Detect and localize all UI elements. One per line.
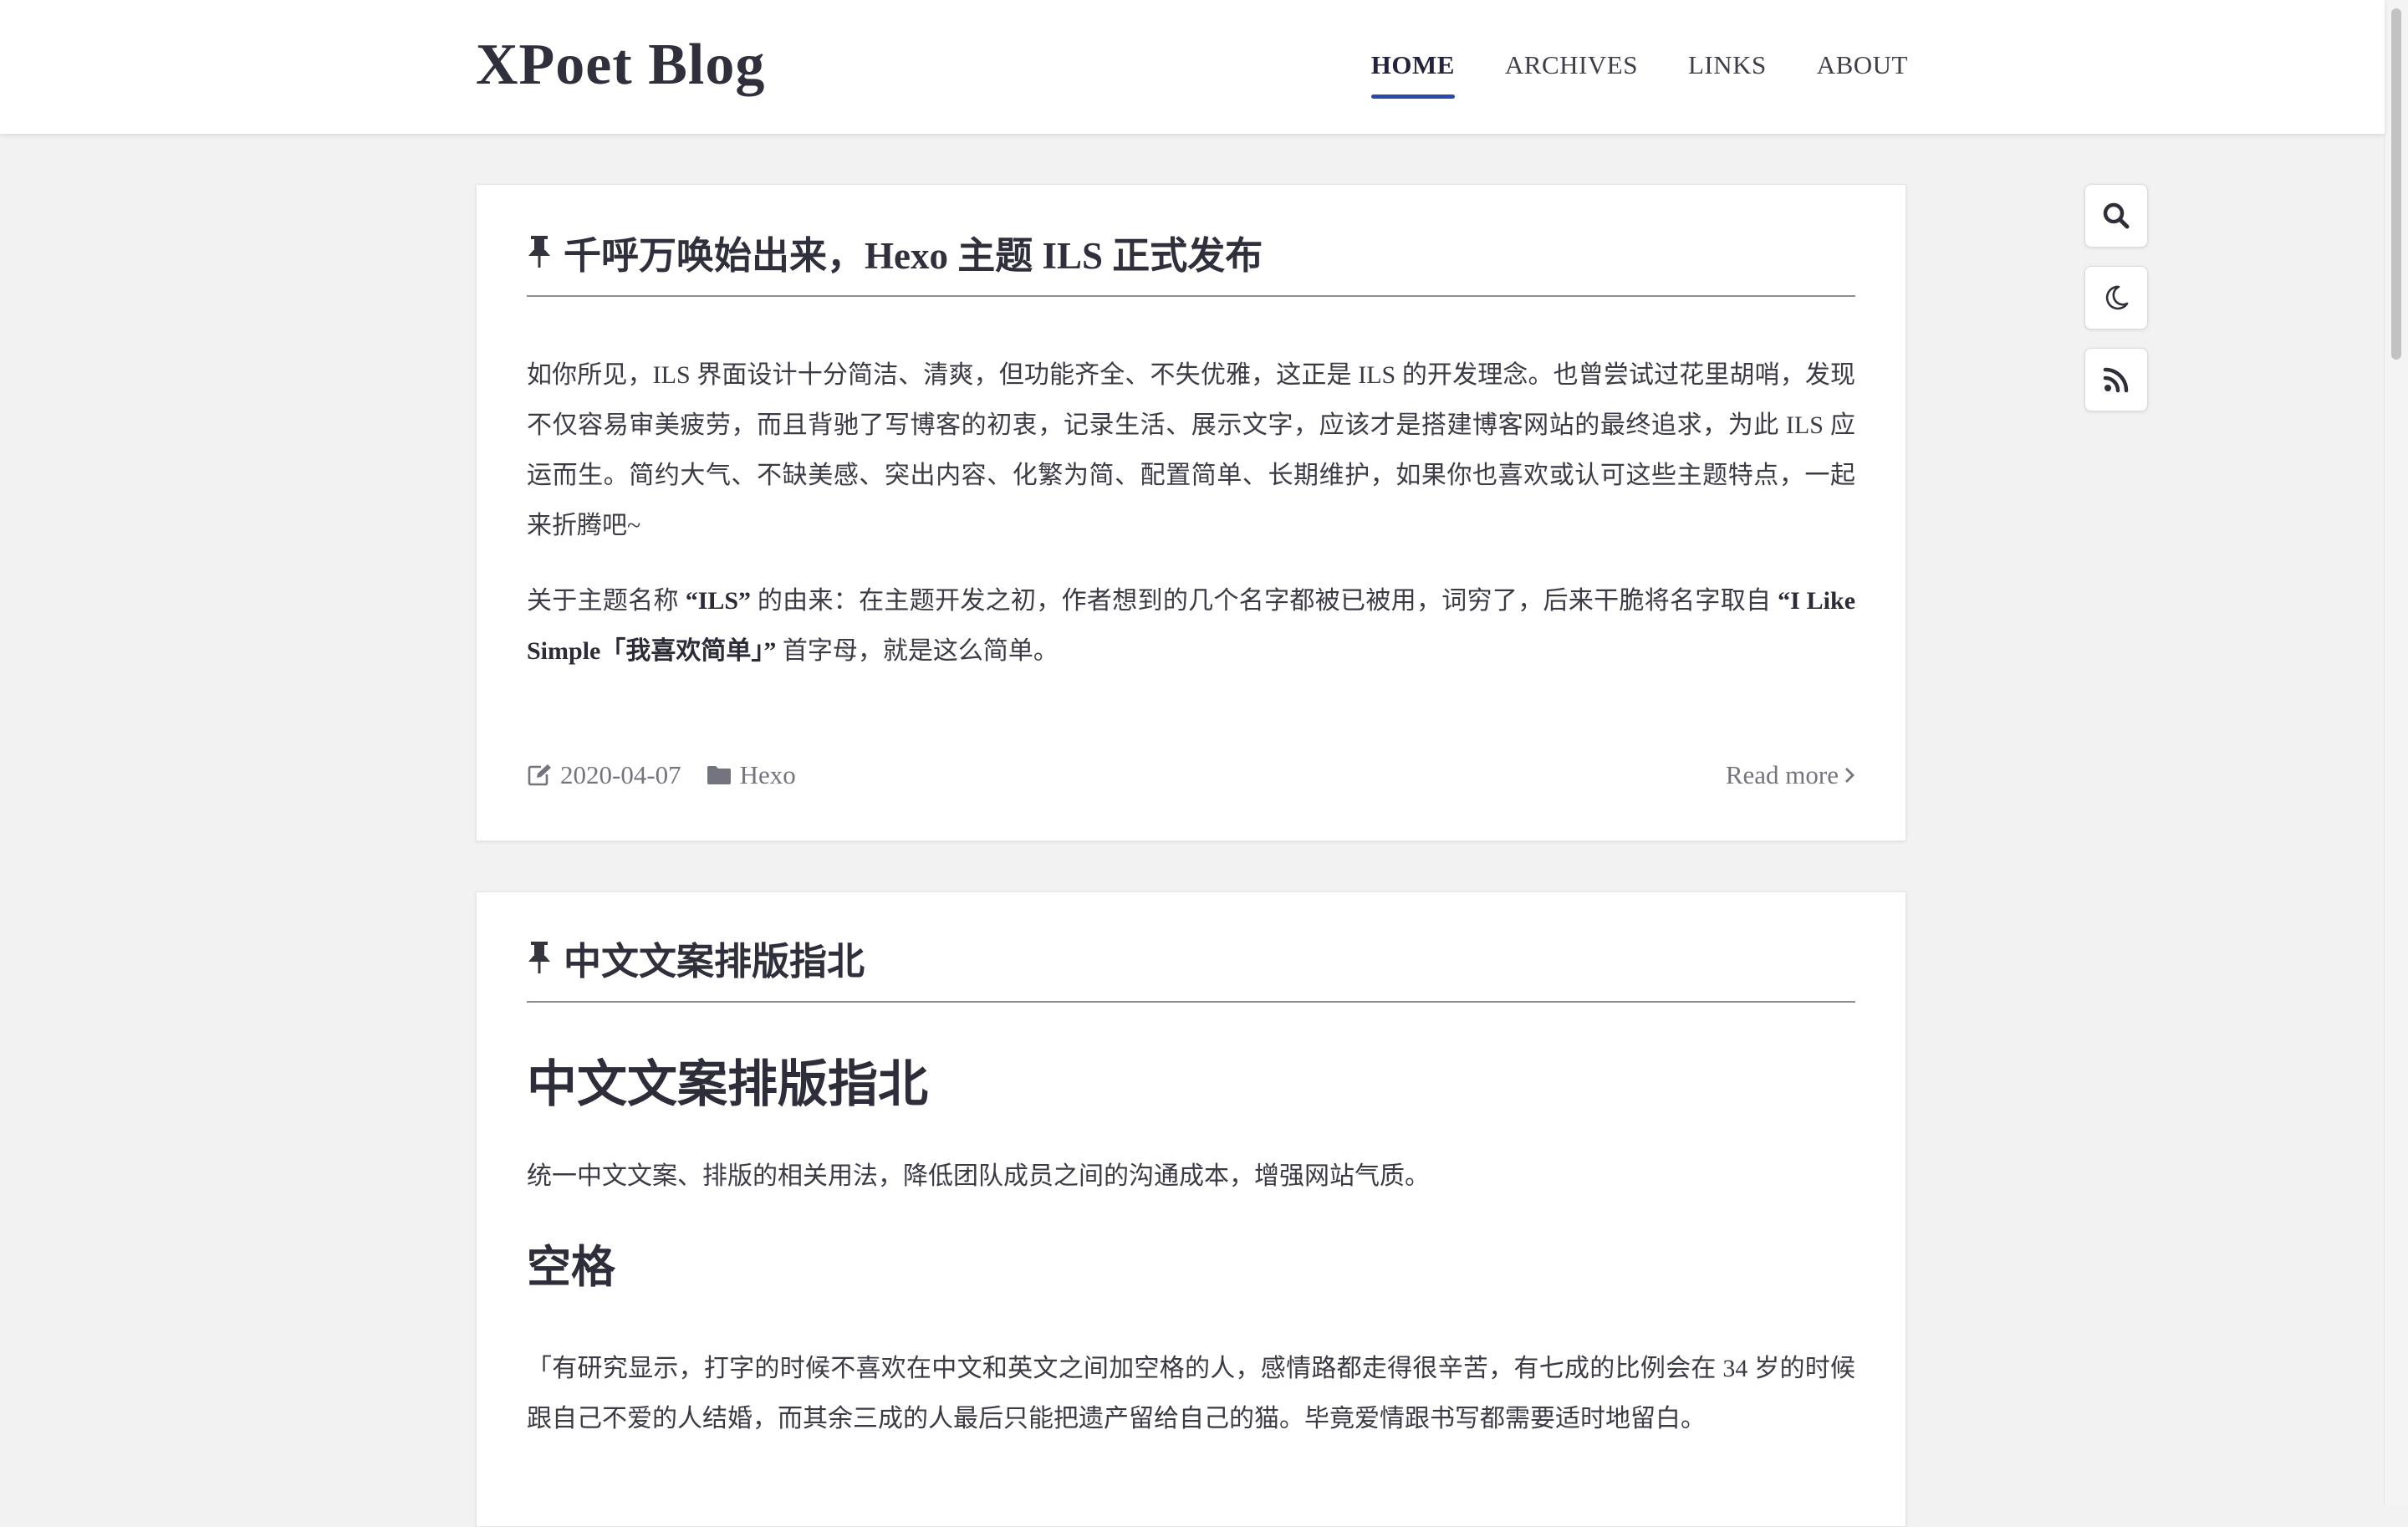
excerpt-heading: 中文文案排版指北 [527, 1057, 928, 1112]
title-divider [527, 295, 1855, 297]
dark-mode-button[interactable] [2084, 266, 2148, 329]
post-title-text: 中文文案排版指北 [564, 940, 865, 983]
text-run: 首字母，就是这么简单。 [776, 637, 1059, 665]
read-more-text: Read more [1725, 760, 1839, 789]
post-card: 中文文案排版指北 中文文案排版指北 统一中文文案、排版的相关用法，降低团队成员之… [476, 891, 1906, 1527]
scrollbar-thumb[interactable] [2391, 8, 2401, 360]
main-nav: HOME ARCHIVES LINKS ABOUT [1370, 47, 1908, 99]
post-category-text[interactable]: Hexo [740, 760, 796, 790]
chevron-right-icon [1845, 768, 1854, 783]
search-button[interactable] [2084, 184, 2148, 248]
nav-about[interactable]: ABOUT [1817, 47, 1908, 84]
text-run: 关于主题名称 [527, 587, 686, 615]
post-excerpt: 如你所见，ILS 界面设计十分简洁、清爽，但功能齐全、不失优雅，这正是 ILS … [527, 350, 1855, 677]
post-meta: 2020-04-07 Hexo Read more [527, 757, 1855, 794]
folder-icon [707, 766, 731, 784]
search-icon [2103, 202, 2130, 229]
post-excerpt: 中文文案排版指北 统一中文文案、排版的相关用法，降低团队成员之间的沟通成本，增强… [527, 1051, 1855, 1444]
text-run: 的由来：在主题开发之初，作者想到的几个名字都被已被用，词穷了，后来干脆将名字取自 [751, 587, 1778, 615]
read-more-link[interactable]: Read more [1726, 760, 1855, 790]
excerpt-paragraph: 「有研究显示，打字的时候不喜欢在中文和英文之间加空格的人，感情路都走得很辛苦，有… [527, 1355, 1855, 1433]
site-brand[interactable]: XPoet Blog [476, 30, 765, 100]
excerpt-paragraph: 如你所见，ILS 界面设计十分简洁、清爽，但功能齐全、不失优雅，这正是 ILS … [527, 361, 1855, 539]
moon-icon [2105, 285, 2129, 310]
post-title-text: 千呼万唤始出来，Hexo 主题 ILS 正式发布 [564, 234, 1263, 277]
page-scrollbar[interactable] [2384, 0, 2408, 1505]
post-date-text: 2020-04-07 [560, 760, 681, 789]
excerpt-subheading: 空格 [527, 1244, 615, 1292]
excerpt-paragraph: 统一中文文案、排版的相关用法，降低团队成员之间的沟通成本，增强网站气质。 [527, 1162, 1430, 1190]
post-title-link[interactable]: 千呼万唤始出来，Hexo 主题 ILS 正式发布 [527, 227, 1855, 277]
edit-icon [528, 764, 551, 786]
bold-text: “ILS” [685, 587, 752, 615]
pin-icon [528, 236, 550, 268]
rss-icon [2103, 367, 2129, 393]
post-card: 千呼万唤始出来，Hexo 主题 ILS 正式发布 如你所见，ILS 界面设计十分… [476, 184, 1906, 841]
post-date: 2020-04-07 [527, 760, 681, 790]
excerpt-paragraph: 关于主题名称 “ILS” 的由来：在主题开发之初，作者想到的几个名字都被已被用，… [527, 576, 1855, 677]
side-tools [2084, 184, 2148, 411]
nav-links[interactable]: LINKS [1688, 47, 1767, 84]
title-divider [527, 1001, 1855, 1003]
nav-home[interactable]: HOME [1370, 47, 1456, 99]
rss-button[interactable] [2084, 348, 2148, 411]
site-header: XPoet Blog HOME ARCHIVES LINKS ABOUT [0, 0, 2385, 134]
post-category[interactable]: Hexo [707, 760, 796, 790]
nav-archives[interactable]: ARCHIVES [1505, 47, 1638, 84]
pin-icon [528, 942, 550, 973]
post-title-link[interactable]: 中文文案排版指北 [527, 932, 1855, 983]
